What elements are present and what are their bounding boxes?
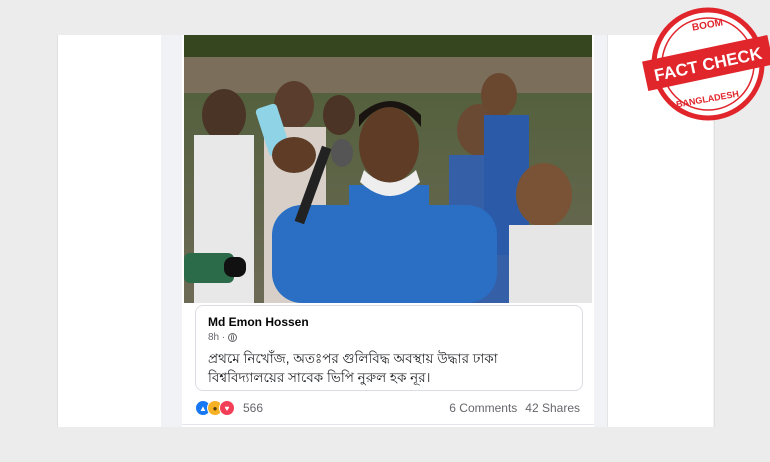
engagement-stats: 6 Comments 42 Shares — [449, 401, 580, 415]
author-name[interactable]: Md Emon Hossen — [208, 315, 309, 329]
comments-count[interactable]: 6 Comments — [449, 401, 517, 415]
post-time[interactable]: 8h · — [208, 332, 225, 343]
post-content-box[interactable]: Md Emon Hossen 8h · প্রথমে নিখোঁজ, অতঃপর… — [195, 305, 583, 391]
shares-count[interactable]: 42 Shares — [525, 401, 580, 415]
love-icon: ♥ — [219, 400, 235, 416]
post-text: প্রথমে নিখোঁজ, অতঃপর গুলিবিদ্ধ অবস্থায় … — [208, 351, 498, 385]
globe-icon — [228, 333, 238, 342]
protest-photo-illustration — [184, 35, 592, 303]
left-sidebar-panel — [58, 35, 161, 427]
reaction-count: 566 — [243, 401, 264, 415]
post-meta: 8h · — [208, 332, 238, 343]
reactions-summary[interactable]: ▲ ● ♥ 566 — [195, 399, 263, 417]
boom-fact-check-logo: BOOM FACT CHECK BANGLADESH — [642, 2, 770, 124]
divider — [182, 424, 594, 425]
post-photo[interactable] — [184, 35, 592, 303]
